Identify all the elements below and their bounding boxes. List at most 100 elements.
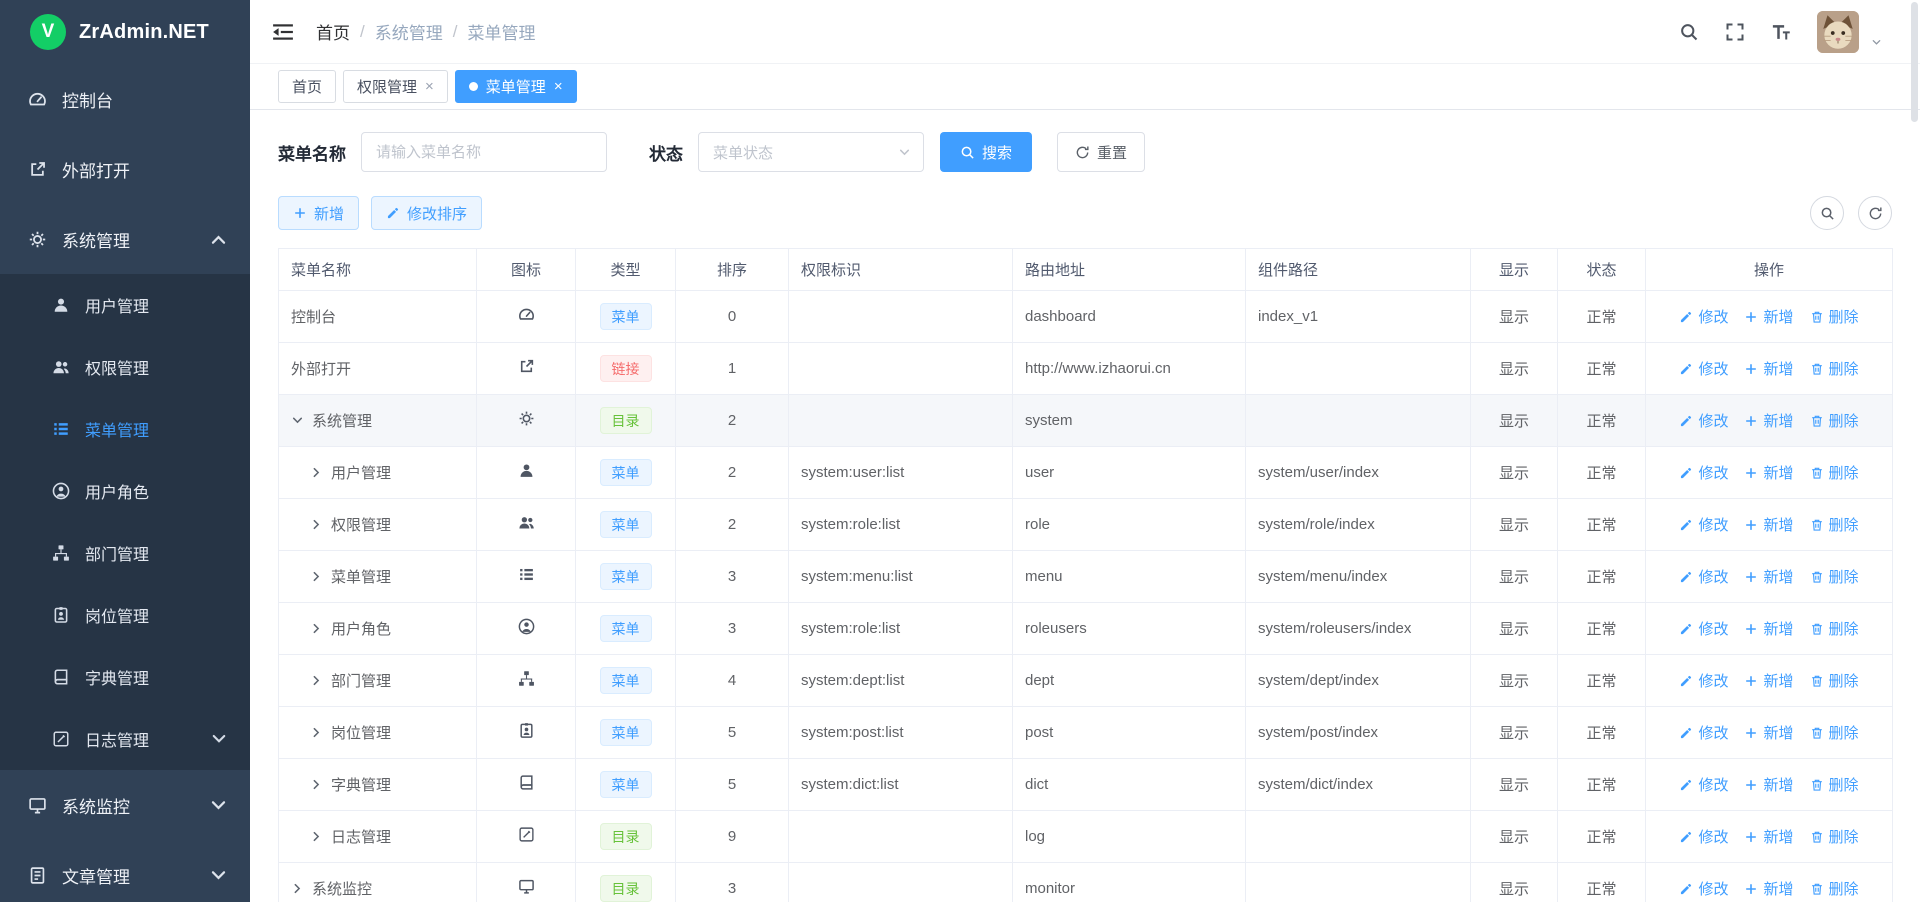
delete-menu-link[interactable]: 删除 <box>1810 774 1859 795</box>
delete-menu-link[interactable]: 删除 <box>1810 462 1859 483</box>
add-button[interactable]: 新增 <box>278 196 359 230</box>
sidebar-item-dashboard[interactable]: 控制台 <box>0 64 250 134</box>
tab-label: 首页 <box>292 76 322 97</box>
sort-cell: 5 <box>676 707 789 759</box>
action-label: 删除 <box>1829 774 1859 795</box>
delete-menu-link[interactable]: 删除 <box>1810 826 1859 847</box>
edit-menu-link[interactable]: 修改 <box>1679 358 1728 379</box>
table-row: 外部打开链接1http://www.izhaorui.cn显示正常修改新增删除 <box>279 343 1893 395</box>
type-tag: 目录 <box>600 875 652 902</box>
refresh-table-button[interactable] <box>1858 196 1892 230</box>
edit-menu-link[interactable]: 修改 <box>1679 774 1728 795</box>
tab-home[interactable]: 首页 <box>278 70 336 103</box>
sidebar-item-role[interactable]: 权限管理 <box>0 336 250 398</box>
user-avatar[interactable] <box>1817 11 1859 53</box>
reset-button[interactable]: 重置 <box>1057 132 1145 172</box>
delete-menu-link[interactable]: 删除 <box>1810 670 1859 691</box>
fullscreen-icon[interactable] <box>1725 22 1745 42</box>
add-menu-link[interactable]: 新增 <box>1744 462 1793 483</box>
add-menu-link[interactable]: 新增 <box>1744 410 1793 431</box>
status-select[interactable]: 菜单状态 <box>698 132 924 172</box>
search-button[interactable]: 搜索 <box>940 132 1032 172</box>
add-menu-link[interactable]: 新增 <box>1744 514 1793 535</box>
delete-menu-link[interactable]: 删除 <box>1810 358 1859 379</box>
edit-menu-link[interactable]: 修改 <box>1679 410 1728 431</box>
icon-cell <box>477 395 576 447</box>
add-menu-link[interactable]: 新增 <box>1744 618 1793 639</box>
add-menu-link[interactable]: 新增 <box>1744 566 1793 587</box>
sidebar-item-user[interactable]: 用户管理 <box>0 274 250 336</box>
caret-down-icon[interactable] <box>1871 37 1882 53</box>
sidebar-item-article[interactable]: 文章管理 <box>0 840 250 902</box>
actions-cell: 修改新增删除 <box>1646 603 1893 655</box>
add-menu-link[interactable]: 新增 <box>1744 358 1793 379</box>
menu-name: 岗位管理 <box>331 722 391 743</box>
column-header-7: 显示 <box>1471 249 1558 291</box>
delete-menu-link[interactable]: 删除 <box>1810 410 1859 431</box>
add-menu-link[interactable]: 新增 <box>1744 306 1793 327</box>
edit-menu-link[interactable]: 修改 <box>1679 306 1728 327</box>
edit-menu-link[interactable]: 修改 <box>1679 618 1728 639</box>
name-cell: 字典管理 <box>291 774 464 795</box>
row-actions: 修改新增 删除 <box>1658 774 1880 795</box>
route-cell: dashboard <box>1013 291 1246 343</box>
edit-menu-link[interactable]: 修改 <box>1679 826 1728 847</box>
delete-menu-link[interactable]: 删除 <box>1810 514 1859 535</box>
edit-icon <box>1679 622 1693 636</box>
sidebar-item-menu[interactable]: 菜单管理 <box>0 398 250 460</box>
sort-button[interactable]: 修改排序 <box>371 196 482 230</box>
add-menu-link[interactable]: 新增 <box>1744 826 1793 847</box>
delete-menu-link[interactable]: 删除 <box>1810 306 1859 327</box>
search-icon[interactable] <box>1679 22 1699 42</box>
sidebar-item-monitor[interactable]: 系统监控 <box>0 770 250 840</box>
sidebar-item-label: 用户角色 <box>85 479 149 503</box>
column-header-8: 状态 <box>1558 249 1646 291</box>
menu-name: 系统监控 <box>312 878 372 899</box>
sort-button-label: 修改排序 <box>407 203 467 224</box>
sidebar-item-post[interactable]: 岗位管理 <box>0 584 250 646</box>
perm-cell <box>789 395 1013 447</box>
edit-menu-link[interactable]: 修改 <box>1679 462 1728 483</box>
edit-icon <box>386 206 400 220</box>
add-menu-link[interactable]: 新增 <box>1744 670 1793 691</box>
add-menu-link[interactable]: 新增 <box>1744 774 1793 795</box>
edit-icon <box>1679 310 1693 324</box>
scrollbar[interactable] <box>1911 2 1918 122</box>
row-actions: 修改新增删除 <box>1658 878 1880 899</box>
tab-menu[interactable]: 菜单管理× <box>455 70 577 103</box>
delete-menu-link[interactable]: 删除 <box>1810 878 1859 899</box>
add-menu-link[interactable]: 新增 <box>1744 722 1793 743</box>
delete-menu-link[interactable]: 删除 <box>1810 566 1859 587</box>
sidebar-item-roleusers[interactable]: 用户角色 <box>0 460 250 522</box>
close-tab-icon[interactable]: × <box>554 78 563 95</box>
menu-name-input[interactable] <box>361 132 607 172</box>
delete-menu-link[interactable]: 删除 <box>1810 722 1859 743</box>
sidebar-item-log[interactable]: 日志管理 <box>0 708 250 770</box>
add-menu-link[interactable]: 新增 <box>1744 878 1793 899</box>
close-tab-icon[interactable]: × <box>425 78 434 95</box>
edit-menu-link[interactable]: 修改 <box>1679 722 1728 743</box>
sidebar-item-external[interactable]: 外部打开 <box>0 134 250 204</box>
edit-menu-link[interactable]: 修改 <box>1679 878 1728 899</box>
sidebar-item-dict[interactable]: 字典管理 <box>0 646 250 708</box>
type-tag: 菜单 <box>600 303 652 330</box>
actions-cell: 修改新增删除 <box>1646 863 1893 902</box>
type-cell: 菜单 <box>576 291 676 343</box>
name-cell: 外部打开 <box>291 358 464 379</box>
delete-menu-link[interactable]: 删除 <box>1810 618 1859 639</box>
menu-fold-icon[interactable] <box>272 21 294 43</box>
perm-cell: system:role:list <box>789 603 1013 655</box>
status-cell: 正常 <box>1558 603 1646 655</box>
tab-role[interactable]: 权限管理× <box>343 70 448 103</box>
breadcrumb-item[interactable]: 首页 <box>316 19 350 44</box>
sort-cell: 3 <box>676 551 789 603</box>
user-icon <box>518 462 535 479</box>
trash-icon <box>1810 674 1824 688</box>
edit-menu-link[interactable]: 修改 <box>1679 566 1728 587</box>
sidebar-item-dept[interactable]: 部门管理 <box>0 522 250 584</box>
toggle-search-button[interactable] <box>1810 196 1844 230</box>
font-size-icon[interactable] <box>1771 22 1791 42</box>
sidebar-item-system[interactable]: 系统管理 <box>0 204 250 274</box>
edit-menu-link[interactable]: 修改 <box>1679 514 1728 535</box>
edit-menu-link[interactable]: 修改 <box>1679 670 1728 691</box>
